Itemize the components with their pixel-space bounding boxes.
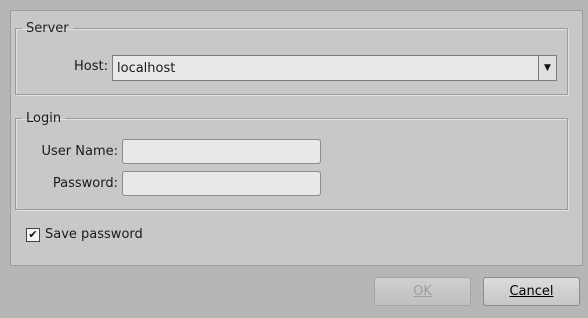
login-group-title: Login (26, 111, 62, 126)
ok-button-label: OK (413, 284, 432, 299)
password-field[interactable] (122, 171, 321, 196)
host-combobox[interactable]: localhost ▼ (112, 55, 557, 81)
server-group: Server Host: localhost ▼ (15, 21, 568, 95)
host-label: Host: (74, 59, 108, 74)
login-group: Login User Name: Password: (15, 111, 568, 210)
chevron-down-icon[interactable]: ▼ (538, 56, 556, 80)
password-label: Password: (52, 176, 118, 191)
host-value: localhost (117, 60, 176, 76)
username-label: User Name: (41, 144, 119, 159)
save-password-label[interactable]: Save password (45, 227, 143, 242)
server-group-title: Server (26, 21, 69, 36)
save-password-checkbox[interactable]: ✔ (26, 227, 40, 242)
save-password-row[interactable]: ✔ Save password (26, 227, 143, 242)
ok-button[interactable]: OK (374, 277, 471, 306)
username-field[interactable] (122, 139, 321, 164)
cancel-button-label: Cancel (509, 284, 554, 299)
cancel-button[interactable]: Cancel (483, 277, 580, 306)
